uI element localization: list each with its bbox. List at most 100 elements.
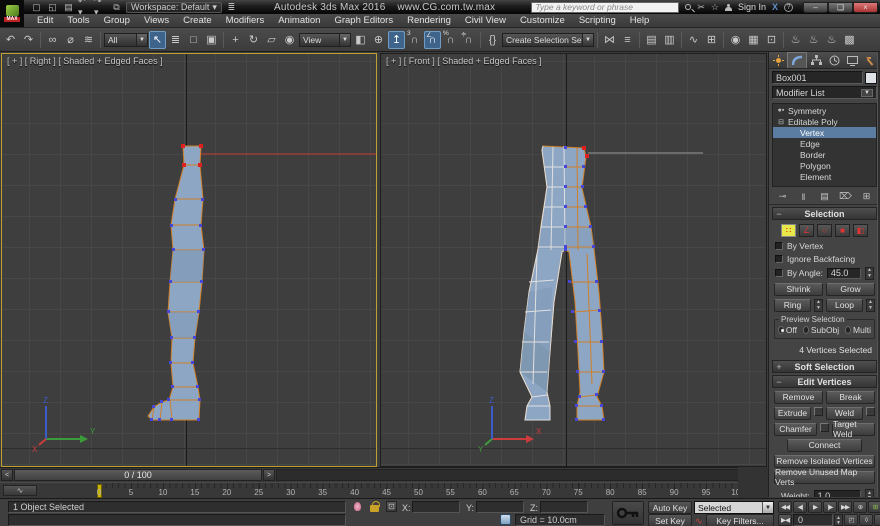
- ignore-backfacing-checkbox[interactable]: [775, 255, 783, 263]
- render-iterative-button[interactable]: ♨: [805, 31, 822, 49]
- menu-tools[interactable]: Tools: [60, 14, 96, 28]
- help-icon[interactable]: ?: [784, 3, 793, 12]
- activeshade-button[interactable]: ♨: [823, 31, 840, 49]
- remove-modifier-button[interactable]: ⌦: [838, 190, 853, 203]
- window-crossing-button[interactable]: ▣: [203, 31, 220, 49]
- extrude-settings-button[interactable]: [814, 407, 823, 416]
- key-filters-button[interactable]: Key Filters...: [706, 514, 774, 526]
- pan-button[interactable]: ◊: [859, 514, 873, 526]
- menu-edit[interactable]: Edit: [30, 14, 60, 28]
- time-slider-handle[interactable]: 0 / 100: [14, 469, 262, 481]
- object-name-field[interactable]: Box001: [772, 71, 863, 84]
- absolute-mode-icon[interactable]: ⊡: [386, 501, 397, 512]
- spinner-snap-button[interactable]: ∩≑: [460, 31, 477, 49]
- weight-field[interactable]: 1.0: [814, 490, 861, 498]
- isolate-selection-icon[interactable]: [354, 502, 361, 511]
- project-folder-icon[interactable]: ⧉: [110, 2, 123, 13]
- edit-named-selection-sets-button[interactable]: {}: [484, 31, 501, 49]
- break-button[interactable]: Break: [826, 391, 875, 404]
- configure-modifier-sets-button[interactable]: ⊞: [859, 190, 874, 203]
- keyboard-shortcut-override-button[interactable]: ↥: [388, 31, 405, 49]
- preview-subobj-radio[interactable]: [803, 326, 809, 334]
- named-selection-sets-dropdown[interactable]: Create Selection Set▼: [502, 33, 594, 47]
- select-and-manipulate-button[interactable]: ⊕: [370, 31, 387, 49]
- show-end-result-button[interactable]: ‖: [796, 190, 811, 203]
- vertex-subobject-button[interactable]: ∷: [781, 224, 796, 237]
- connect-button[interactable]: Connect: [787, 439, 862, 452]
- auto-key-button[interactable]: Auto Key: [648, 501, 692, 514]
- stack-item-editable-poly[interactable]: ⊟Editable Poly: [773, 116, 876, 127]
- angle-value-field[interactable]: 45.0: [827, 268, 861, 279]
- select-and-place-button[interactable]: ◉: [281, 31, 298, 49]
- undo-button[interactable]: ↶: [2, 31, 19, 49]
- percent-snap-button[interactable]: ∩%: [442, 31, 459, 49]
- z-coordinate-field[interactable]: [540, 501, 588, 513]
- stack-item-vertex[interactable]: Vertex: [773, 127, 876, 138]
- viewport-right-label[interactable]: [ + ] [ Right ] [ Shaded + Edged Faces ]: [7, 56, 163, 66]
- current-frame-field[interactable]: 0: [793, 514, 833, 526]
- search-input[interactable]: Type a keyword or phrase: [531, 2, 679, 13]
- app-logo[interactable]: MAX: [0, 0, 24, 27]
- stack-item-border[interactable]: Border: [773, 149, 876, 160]
- unlink-selection-button[interactable]: ⌀: [62, 31, 79, 49]
- menu-create[interactable]: Create: [176, 14, 219, 28]
- next-frame-button[interactable]: |▶: [823, 501, 837, 513]
- stack-item-symmetry[interactable]: ●▪Symmetry: [773, 105, 876, 116]
- viewport-front-label[interactable]: [ + ] [ Front ] [ Shaded + Edged Faces ]: [386, 56, 542, 66]
- stack-item-polygon[interactable]: Polygon: [773, 160, 876, 171]
- make-unique-button[interactable]: ▤: [817, 190, 832, 203]
- loop-spinner[interactable]: ▲▼: [866, 299, 875, 312]
- restore-button[interactable]: ❏: [828, 2, 853, 13]
- grow-button[interactable]: Grow: [826, 283, 875, 296]
- close-button[interactable]: ×: [853, 2, 878, 13]
- bind-to-space-warp-button[interactable]: ≋: [80, 31, 97, 49]
- modifier-list-dropdown[interactable]: Modifier List ▼: [772, 86, 877, 99]
- selection-filter-dropdown[interactable]: All▼: [104, 33, 148, 47]
- tab-hierarchy[interactable]: [807, 52, 825, 68]
- use-pivot-point-center-button[interactable]: ◧: [352, 31, 369, 49]
- save-file-button[interactable]: ▤: [62, 2, 75, 13]
- chamfer-settings-button[interactable]: [820, 423, 829, 432]
- select-by-name-button[interactable]: ≣: [167, 31, 184, 49]
- x-coordinate-field[interactable]: [412, 501, 460, 513]
- previous-frame-arrow[interactable]: <: [1, 469, 13, 481]
- menu-help[interactable]: Help: [623, 14, 657, 28]
- time-slider-track[interactable]: [276, 469, 743, 481]
- weld-settings-button[interactable]: [866, 407, 875, 416]
- menu-views[interactable]: Views: [137, 14, 176, 28]
- go-to-end-button[interactable]: ▶▶: [838, 501, 852, 513]
- redo-quick-button[interactable]: ↷ ▾: [94, 2, 107, 13]
- chamfer-button[interactable]: Chamfer: [774, 423, 817, 436]
- schematic-view-button[interactable]: ⊞: [703, 31, 720, 49]
- render-last-button[interactable]: ▩: [841, 31, 858, 49]
- menu-graph-editors[interactable]: Graph Editors: [327, 14, 400, 28]
- key-mode-toggle-button[interactable]: ▶◀: [778, 514, 792, 526]
- by-angle-checkbox[interactable]: [775, 269, 783, 277]
- align-button[interactable]: ≡: [619, 31, 636, 49]
- preview-off-radio[interactable]: [778, 326, 784, 334]
- render-production-button[interactable]: ♨: [787, 31, 804, 49]
- tab-modify[interactable]: [787, 52, 807, 68]
- workspace-menu-icon[interactable]: ≣: [225, 2, 238, 13]
- rollout-selection-header[interactable]: − Selection: [772, 207, 877, 220]
- rollout-soft-selection-header[interactable]: + Soft Selection: [772, 360, 877, 373]
- snaps-toggle-button[interactable]: ∩3: [406, 31, 423, 49]
- sign-in-button[interactable]: Sign In: [738, 2, 766, 12]
- viewport-front-view[interactable]: [ + ] [ Front ] [ Shaded + Edged Faces ]: [380, 53, 767, 467]
- undo-quick-button[interactable]: ↶ ▾: [78, 2, 91, 13]
- y-coordinate-field[interactable]: [476, 501, 524, 513]
- polygon-subobject-button[interactable]: ■: [835, 224, 850, 237]
- search-icon[interactable]: [685, 4, 691, 10]
- viewport-layout-icon[interactable]: [500, 514, 511, 525]
- previous-frame-button[interactable]: ◀|: [793, 501, 807, 513]
- angle-spinner[interactable]: ▲▼: [865, 267, 874, 280]
- remove-unused-map-verts-button[interactable]: Remove Unused Map Verts: [774, 471, 875, 484]
- favorites-star-icon[interactable]: ☆: [711, 2, 719, 13]
- material-editor-button[interactable]: ◉: [727, 31, 744, 49]
- workspace-dropdown[interactable]: Workspace: Default ▾: [126, 2, 222, 13]
- stack-item-edge[interactable]: Edge: [773, 138, 876, 149]
- target-weld-button[interactable]: Target Weld: [832, 423, 875, 436]
- next-frame-arrow[interactable]: >: [263, 469, 275, 481]
- set-key-button[interactable]: Set Key: [648, 514, 692, 526]
- loop-button[interactable]: Loop: [826, 299, 863, 312]
